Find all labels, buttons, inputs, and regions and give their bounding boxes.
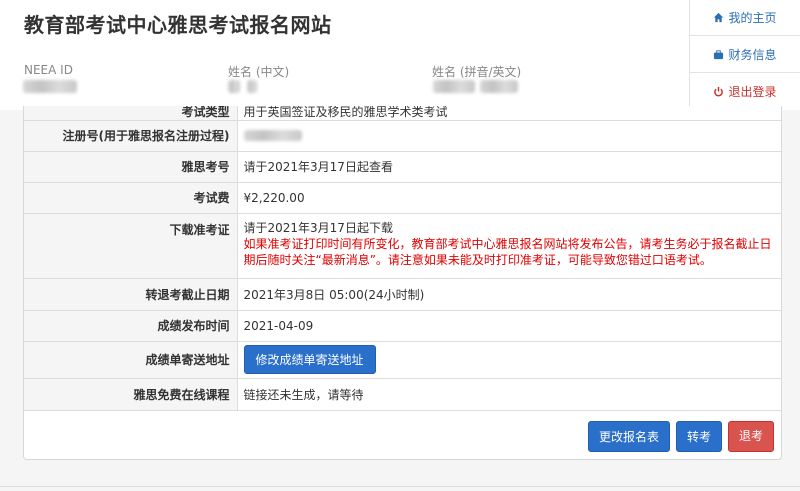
pinyin-name-value-redacted <box>433 80 475 93</box>
my-home-label: 我的主页 <box>728 11 777 25</box>
withdraw-exam-button[interactable]: 退考 <box>727 421 774 452</box>
row-value: 2021-04-09 <box>237 310 781 342</box>
chinese-name-label: 姓名 (中文) <box>228 65 290 79</box>
row-label: 考试类型 <box>24 106 238 121</box>
registration-details-panel: 考试类型 用于英国签证及移民的雅思学术类考试 注册号(用于雅思报名注册过程) 雅… <box>23 106 782 460</box>
table-row: 考试类型 用于英国签证及移民的雅思学术类考试 <box>24 106 781 121</box>
neea-id-value-redacted <box>23 80 77 93</box>
row-label: 雅思考号 <box>24 151 238 183</box>
row-value: 用于英国签证及移民的雅思学术类考试 <box>237 106 781 121</box>
admission-ticket-date: 请于2021年3月17日起下载 <box>243 220 393 235</box>
table-row: 雅思考号 请于2021年3月17日起查看 <box>24 151 781 183</box>
site-header: 教育部考试中心雅思考试报名网站 NEEA ID 姓名 (中文) 姓名 (拼音/英… <box>0 0 800 110</box>
transfer-exam-button[interactable]: 转考 <box>675 421 722 452</box>
finance-info-link[interactable]: 财务信息 <box>690 36 800 73</box>
footer-divider <box>0 486 800 487</box>
table-row: 成绩发布时间 2021-04-09 <box>24 310 781 342</box>
pinyin-name-value-redacted <box>480 80 518 93</box>
my-home-link[interactable]: 我的主页 <box>690 0 800 36</box>
change-registration-button[interactable]: 更改报名表 <box>587 421 670 452</box>
row-value: 修改成绩单寄送地址 <box>237 341 781 379</box>
row-label: 下载准考证 <box>24 213 238 279</box>
row-label: 注册号(用于雅思报名注册过程) <box>24 120 238 152</box>
row-value: ¥2,220.00 <box>237 182 781 214</box>
side-menu: 我的主页 财务信息 退出登录 <box>689 0 800 110</box>
briefcase-icon <box>714 49 724 59</box>
row-value <box>237 120 781 152</box>
logout-label: 退出登录 <box>728 84 777 99</box>
registration-details-table: 考试类型 用于英国签证及移民的雅思学术类考试 注册号(用于雅思报名注册过程) 雅… <box>24 106 781 411</box>
registration-number-redacted <box>243 130 302 141</box>
row-label: 雅思免费在线课程 <box>24 378 238 411</box>
table-row: 雅思免费在线课程 链接还未生成，请等待 <box>24 378 781 411</box>
row-label: 考试费 <box>24 182 238 214</box>
chinese-name-value-redacted <box>247 80 257 93</box>
power-icon <box>714 86 724 96</box>
row-value: 请于2021年3月17日起下载 如果准考证打印时间有所变化，教育部考试中心雅思报… <box>237 213 781 279</box>
table-row: 考试费 ¥2,220.00 <box>24 182 781 214</box>
chinese-name-value-redacted <box>228 80 240 93</box>
row-label: 转退考截止日期 <box>24 278 238 311</box>
finance-info-label: 财务信息 <box>728 47 777 62</box>
row-value: 链接还未生成，请等待 <box>237 378 781 411</box>
action-buttons: 更改报名表 转考 退考 <box>587 421 774 452</box>
edit-score-report-address-button[interactable]: 修改成绩单寄送地址 <box>243 345 376 374</box>
row-label: 成绩发布时间 <box>24 310 238 342</box>
table-row: 下载准考证 请于2021年3月17日起下载 如果准考证打印时间有所变化，教育部考… <box>24 213 781 279</box>
neea-id-label: NEEA ID <box>24 63 73 77</box>
site-title: 教育部考试中心雅思考试报名网站 <box>24 13 332 37</box>
table-row: 转退考截止日期 2021年3月8日 05:00(24小时制) <box>24 278 781 311</box>
table-row: 注册号(用于雅思报名注册过程) <box>24 120 781 152</box>
logout-link[interactable]: 退出登录 <box>690 73 800 109</box>
table-row: 成绩单寄送地址 修改成绩单寄送地址 <box>24 341 781 379</box>
row-value: 2021年3月8日 05:00(24小时制) <box>237 278 781 311</box>
row-value: 请于2021年3月17日起查看 <box>237 151 781 183</box>
home-icon <box>714 12 724 23</box>
row-label: 成绩单寄送地址 <box>24 341 238 379</box>
pinyin-name-label: 姓名 (拼音/英文) <box>432 65 522 79</box>
admission-ticket-notice: 如果准考证打印时间有所变化，教育部考试中心雅思报名网站将发布公告，请考生务必于报… <box>243 236 772 267</box>
